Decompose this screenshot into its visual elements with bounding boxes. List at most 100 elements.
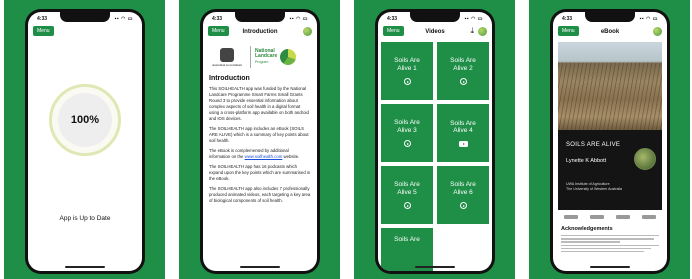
youtube-icon bbox=[458, 140, 468, 147]
intro-p3-end: website. bbox=[282, 154, 300, 159]
intro-paragraph-3: The eBook is complemented by additional … bbox=[209, 148, 311, 160]
phone-notch bbox=[235, 12, 285, 22]
cover-institution-line-2: The University of Western Australia bbox=[566, 187, 623, 191]
phone-notch bbox=[60, 12, 110, 22]
video-card[interactable]: Soils Are bbox=[381, 228, 433, 271]
update-status-text: App is Up to Date bbox=[59, 215, 111, 222]
cover-title: SOILS ARE ALIVE bbox=[566, 142, 621, 148]
play-circle-icon bbox=[403, 140, 411, 147]
screenshot-tile-videos: 4:33 ▪▪ ◠ ▭ Menu Videos ⤓ Soils Are Aliv… bbox=[354, 0, 515, 279]
signal-wifi-battery-icon: ▪▪ ◠ ▭ bbox=[289, 16, 308, 22]
phone-frame: 4:33 ▪▪ ◠ ▭ Menu Introduction Australian… bbox=[200, 9, 320, 274]
landcare-line-3: Program bbox=[255, 59, 269, 64]
cover-soil-image bbox=[634, 148, 656, 170]
phone-frame: 4:33 ▪▪ ◠ ▭ Menu eBook SOILS ARE ALIVE L… bbox=[550, 9, 670, 274]
screenshot-tile-ebook: 4:33 ▪▪ ◠ ▭ Menu eBook SOILS ARE ALIVE L… bbox=[529, 0, 690, 279]
coat-of-arms-icon bbox=[220, 47, 234, 62]
sponsor-logo bbox=[564, 215, 578, 219]
video-title: Soils Are Alive 1 bbox=[394, 57, 420, 72]
phone-notch bbox=[585, 12, 635, 22]
nav-bar: Menu Videos ⤓ bbox=[378, 25, 492, 39]
phone-notch bbox=[410, 12, 460, 22]
video-title: Soils Are bbox=[394, 236, 420, 243]
video-title: Soils Are Alive 2 bbox=[450, 57, 476, 72]
phone-screen: 4:33 ▪▪ ◠ ▭ Menu Videos ⤓ Soils Are Aliv… bbox=[378, 12, 492, 271]
landcare-line-2: Landcare bbox=[255, 53, 278, 60]
app-leaf-icon[interactable] bbox=[653, 27, 662, 36]
video-title: Soils Are Alive 3 bbox=[394, 119, 420, 134]
status-time: 4:33 bbox=[562, 16, 573, 22]
page-title: eBook bbox=[600, 29, 620, 35]
intro-paragraph-2: The SOILHEALTH app includes an eBook (SO… bbox=[209, 126, 309, 143]
sponsor-logos: Australian Government National Landcare … bbox=[208, 42, 312, 72]
sponsor-logo bbox=[616, 215, 630, 219]
sponsor-logo bbox=[590, 215, 604, 219]
sponsor-logo bbox=[642, 215, 656, 219]
phone-frame: 4:33 ▪▪ ◠ ▭ Menu 100% App is Up to Date bbox=[25, 9, 145, 274]
acknowledgements-section: Acknowledgements bbox=[561, 226, 659, 254]
website-link[interactable]: www.soilhealth.com bbox=[245, 154, 283, 159]
acknowledgements-heading: Acknowledgements bbox=[561, 226, 613, 232]
menu-button[interactable]: Menu bbox=[383, 26, 404, 36]
status-time: 4:33 bbox=[37, 16, 48, 22]
screenshot-tile-update: 4:33 ▪▪ ◠ ▭ Menu 100% App is Up to Date bbox=[4, 0, 165, 279]
intro-paragraph-4: The SOILHEALTH app has 16 podcasts which… bbox=[209, 164, 311, 181]
video-card[interactable]: Soils Are Alive 3 bbox=[381, 104, 433, 162]
australian-government-logo: Australian Government bbox=[208, 47, 246, 67]
progress-percentage: 100% bbox=[58, 93, 112, 147]
gov-logo-text: Australian Government bbox=[211, 62, 242, 67]
cover-institution: UWA Institute of Agriculture The Univers… bbox=[566, 182, 622, 192]
video-title: Soils Are Alive 4 bbox=[450, 119, 476, 135]
video-card[interactable]: Soils Are Alive 5 bbox=[381, 166, 433, 224]
nav-bar: Menu Introduction bbox=[203, 25, 317, 39]
intro-content: Introduction This SOILHEALTH app was fun… bbox=[209, 75, 311, 261]
phone-screen: 4:33 ▪▪ ◠ ▭ Menu Introduction Australian… bbox=[203, 12, 317, 271]
ebook-sponsor-logos bbox=[558, 212, 662, 222]
menu-button[interactable]: Menu bbox=[208, 26, 229, 36]
app-leaf-icon[interactable] bbox=[303, 27, 312, 36]
app-leaf-icon[interactable] bbox=[478, 27, 487, 36]
video-card[interactable]: Soils Are Alive 1 bbox=[381, 42, 433, 100]
video-title: Soils Are Alive 6 bbox=[450, 181, 476, 196]
screenshot-tile-introduction: 4:33 ▪▪ ◠ ▭ Menu Introduction Australian… bbox=[179, 0, 340, 279]
intro-paragraph-1: This SOILHEALTH app was funded by the Na… bbox=[209, 86, 309, 121]
ebook-cover[interactable]: SOILS ARE ALIVE Lynette K Abbott UWA Ins… bbox=[558, 42, 662, 210]
cover-field-photo bbox=[558, 42, 662, 130]
home-indicator bbox=[240, 266, 280, 268]
logo-divider bbox=[250, 46, 251, 68]
video-grid: Soils Are Alive 1 Soils Are Alive 2 Soil… bbox=[381, 42, 489, 271]
video-card[interactable]: Soils Are Alive 6 bbox=[437, 166, 489, 224]
status-time: 4:33 bbox=[387, 16, 398, 22]
play-circle-icon bbox=[403, 78, 411, 85]
signal-wifi-battery-icon: ▪▪ ◠ ▭ bbox=[464, 16, 483, 22]
landcare-logo: National Landcare Program bbox=[255, 48, 297, 66]
acknowledgements-text bbox=[561, 235, 659, 253]
status-time: 4:33 bbox=[212, 16, 223, 22]
intro-paragraph-5: The SOILHEALTH app also includes 7 profe… bbox=[209, 186, 311, 203]
home-indicator bbox=[415, 266, 455, 268]
cover-author: Lynette K Abbott bbox=[566, 158, 607, 164]
home-indicator bbox=[590, 266, 630, 268]
cover-institution-line-1: UWA Institute of Agriculture bbox=[566, 182, 610, 186]
signal-wifi-battery-icon: ▪▪ ◠ ▭ bbox=[639, 16, 658, 22]
play-circle-icon bbox=[403, 202, 411, 209]
video-card[interactable]: Soils Are Alive 2 bbox=[437, 42, 489, 100]
signal-wifi-battery-icon: ▪▪ ◠ ▭ bbox=[114, 16, 133, 22]
nav-bar: Menu eBook bbox=[553, 25, 667, 39]
progress-ring: 100% bbox=[49, 84, 121, 156]
landcare-mark-icon bbox=[280, 49, 297, 65]
video-title: Soils Are Alive 5 bbox=[394, 181, 420, 196]
menu-button[interactable]: Menu bbox=[33, 26, 54, 36]
phone-screen: 4:33 ▪▪ ◠ ▭ Menu 100% App is Up to Date bbox=[28, 12, 142, 271]
menu-button[interactable]: Menu bbox=[558, 26, 579, 36]
download-icon[interactable]: ⤓ bbox=[470, 27, 474, 35]
phone-screen: 4:33 ▪▪ ◠ ▭ Menu eBook SOILS ARE ALIVE L… bbox=[553, 12, 667, 271]
home-indicator bbox=[65, 266, 105, 268]
nav-bar: Menu bbox=[28, 25, 142, 39]
video-card[interactable]: Soils Are Alive 4 bbox=[437, 104, 489, 162]
intro-heading: Introduction bbox=[209, 75, 250, 82]
page-title: Videos bbox=[425, 29, 445, 35]
play-circle-icon bbox=[459, 78, 467, 85]
landcare-logo-text: National Landcare Program bbox=[255, 48, 278, 66]
page-title: Introduction bbox=[242, 29, 278, 35]
